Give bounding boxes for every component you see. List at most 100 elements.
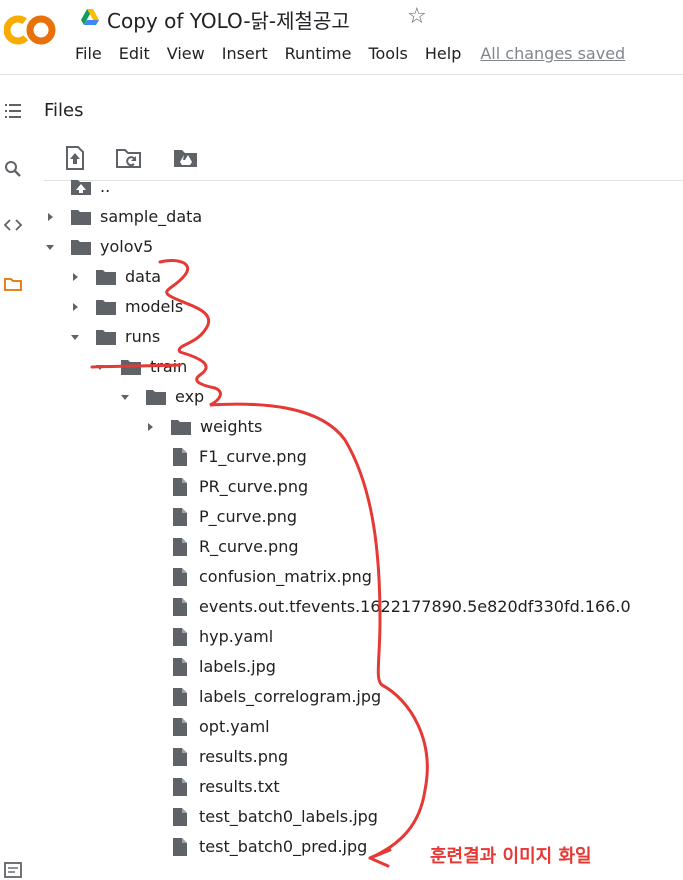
tree-file-row[interactable]: test_batch0_labels.jpg <box>171 803 378 831</box>
tree-item-label: exp <box>175 387 205 406</box>
search-icon[interactable] <box>3 159 23 179</box>
tree-item-label: labels_correlogram.jpg <box>199 687 382 706</box>
folder-icon <box>95 267 117 287</box>
tree-item-label: results.png <box>199 747 289 766</box>
tree-item-label: PR_curve.png <box>199 477 309 496</box>
folder-icon <box>95 327 117 347</box>
folder-icon <box>70 207 92 227</box>
tree-folder-row[interactable]: data <box>69 263 161 291</box>
upload-icon[interactable] <box>61 144 89 172</box>
tree-item-label: events.out.tfevents.1622177890.5e820df33… <box>199 597 631 616</box>
tree-item-label: train <box>150 357 188 376</box>
tree-file-row[interactable]: results.txt <box>171 773 280 801</box>
caret-down-icon[interactable] <box>44 241 56 253</box>
tree-item-label: results.txt <box>199 777 280 796</box>
caret-down-icon[interactable] <box>94 361 106 373</box>
menu-view[interactable]: View <box>167 44 205 63</box>
tree-item-label: weights <box>200 417 263 436</box>
tree-item-label: F1_curve.png <box>199 447 307 466</box>
file-icon <box>171 837 189 857</box>
folder-icon <box>120 357 142 377</box>
tree-item-label: models <box>125 297 184 316</box>
table-of-contents-icon[interactable] <box>3 101 23 121</box>
caret-right-icon[interactable] <box>69 271 81 283</box>
menu-tools[interactable]: Tools <box>368 44 407 63</box>
tree-item-label: labels.jpg <box>199 657 276 676</box>
notebook-title[interactable]: Copy of YOLO-닭-제철공고 <box>107 5 350 34</box>
tree-file-row[interactable]: confusion_matrix.png <box>171 563 372 591</box>
tree-folder-row[interactable]: train <box>94 353 187 381</box>
tree-folder-row[interactable]: exp <box>119 383 204 411</box>
menu-runtime[interactable]: Runtime <box>285 44 352 63</box>
file-icon <box>171 747 189 767</box>
file-icon <box>171 717 189 737</box>
file-icon <box>171 537 189 557</box>
folder-icon <box>70 237 92 257</box>
file-icon <box>171 567 189 587</box>
file-icon <box>171 597 189 617</box>
top-bar: CO Copy of YOLO-닭-제철공고 ☆ File Edit View … <box>0 0 683 75</box>
tree-item-label: hyp.yaml <box>199 627 274 646</box>
tree-item-label: confusion_matrix.png <box>199 567 372 586</box>
file-icon <box>171 477 189 497</box>
caret-right-icon[interactable] <box>144 421 156 433</box>
logo-text: CO <box>4 12 6 13</box>
code-icon[interactable] <box>3 215 23 235</box>
tree-item-label: P_curve.png <box>199 507 298 526</box>
terminal-icon[interactable] <box>3 860 23 880</box>
menu-edit[interactable]: Edit <box>119 44 150 63</box>
file-icon <box>171 777 189 797</box>
tree-file-row[interactable]: events.out.tfevents.1622177890.5e820df33… <box>171 593 631 621</box>
folder-icon[interactable] <box>3 274 23 294</box>
file-icon <box>171 687 189 707</box>
tree-parent-dir[interactable]: .. <box>70 173 110 201</box>
menu-file[interactable]: File <box>75 44 102 63</box>
tree-file-row[interactable]: labels.jpg <box>171 653 276 681</box>
drive-icon[interactable] <box>80 8 100 26</box>
tree-item-label: opt.yaml <box>199 717 270 736</box>
tree-item-label: sample_data <box>100 207 203 226</box>
menu-bar: File Edit View Insert Runtime Tools Help… <box>75 44 625 63</box>
files-panel-title: Files <box>44 100 84 121</box>
caret-down-icon[interactable] <box>119 391 131 403</box>
tree-file-row[interactable]: results.png <box>171 743 288 771</box>
files-toolbar <box>44 140 683 181</box>
tree-folder-row[interactable]: sample_data <box>44 203 202 231</box>
star-outline-icon[interactable]: ☆ <box>407 4 427 29</box>
tree-item-label: R_curve.png <box>199 537 299 556</box>
tree-file-row[interactable]: hyp.yaml <box>171 623 273 651</box>
file-icon <box>171 627 189 647</box>
annotation-arrowhead <box>368 848 392 868</box>
tree-file-row[interactable]: P_curve.png <box>171 503 297 531</box>
save-status-link[interactable]: All changes saved <box>480 44 625 63</box>
tree-file-row[interactable]: F1_curve.png <box>171 443 307 471</box>
tree-folder-row[interactable]: models <box>69 293 183 321</box>
parent-folder-icon <box>70 177 92 197</box>
tree-item-label: runs <box>125 327 161 346</box>
tree-folder-row[interactable]: weights <box>144 413 262 441</box>
file-icon <box>171 507 189 527</box>
annotation-label: 훈련결과 이미지 화일 <box>430 846 592 867</box>
tree-folder-row[interactable]: yolov5 <box>44 233 153 261</box>
file-icon <box>171 807 189 827</box>
tree-file-row[interactable]: opt.yaml <box>171 713 270 741</box>
menu-help[interactable]: Help <box>425 44 461 63</box>
tree-item-label: test_batch0_pred.jpg <box>199 837 368 856</box>
menu-insert[interactable]: Insert <box>222 44 268 63</box>
caret-right-icon[interactable] <box>69 301 81 313</box>
tree-file-row[interactable]: labels_correlogram.jpg <box>171 683 381 711</box>
mount-drive-icon[interactable] <box>172 144 200 172</box>
refresh-folder-icon[interactable] <box>115 144 143 172</box>
colab-logo-icon[interactable]: CO <box>4 12 56 48</box>
tree-file-row[interactable]: PR_curve.png <box>171 473 308 501</box>
tree-item-label: .. <box>100 177 111 196</box>
folder-icon <box>95 297 117 317</box>
tree-item-label: yolov5 <box>100 237 154 256</box>
tree-file-row[interactable]: test_batch0_pred.jpg <box>171 833 367 861</box>
file-icon <box>171 657 189 677</box>
caret-right-icon[interactable] <box>44 211 56 223</box>
tree-folder-row[interactable]: runs <box>69 323 160 351</box>
caret-down-icon[interactable] <box>69 331 81 343</box>
tree-item-label: data <box>125 267 162 286</box>
tree-file-row[interactable]: R_curve.png <box>171 533 298 561</box>
